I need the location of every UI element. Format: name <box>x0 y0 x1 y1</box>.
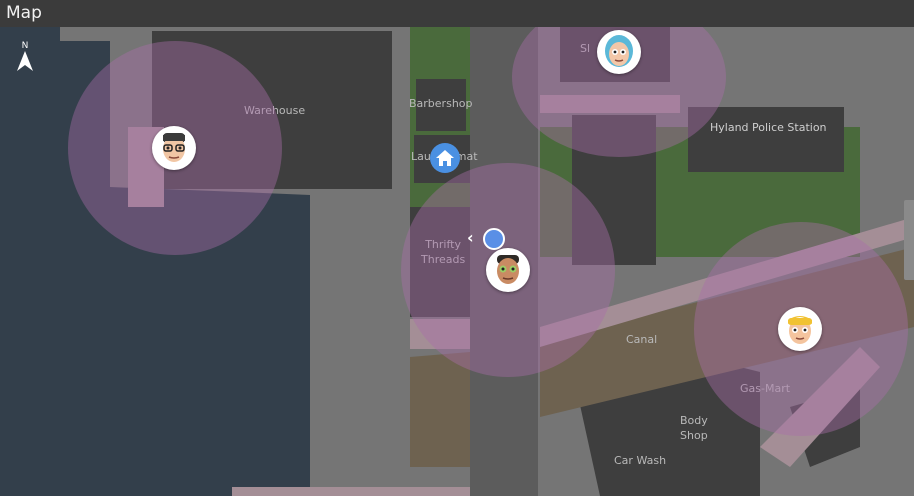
avatar-blonde-icon <box>788 316 812 344</box>
avatar-green-eyes-icon <box>497 255 519 284</box>
label-body-line1: Body <box>680 414 708 427</box>
window-title: Map <box>6 3 42 23</box>
label-car-wash: Car Wash <box>614 454 667 467</box>
label-police-station: Hyland Police Station <box>710 121 827 134</box>
home-marker[interactable] <box>430 143 460 173</box>
player-direction-icon: ‹ <box>467 228 474 247</box>
character-blue-hair[interactable] <box>597 30 641 74</box>
avatar-glasses-icon <box>163 133 185 162</box>
character-blonde[interactable] <box>778 307 822 351</box>
player-location-icon[interactable] <box>483 228 505 250</box>
character-green-eyes[interactable] <box>486 248 530 292</box>
label-body-shop: Body Shop <box>680 413 708 443</box>
label-barbershop: Barbershop <box>409 97 473 110</box>
title-bar: Map <box>0 0 914 27</box>
label-canal: Canal <box>626 333 658 346</box>
avatar-blue-hair-icon <box>605 35 633 67</box>
map-scroll-handle[interactable] <box>904 200 914 280</box>
character-glasses[interactable] <box>152 126 196 170</box>
map-view[interactable]: N Warehouse Barbershop Laundromat Thrift… <box>0 27 914 496</box>
label-body-line2: Shop <box>680 429 708 442</box>
home-icon <box>436 150 454 166</box>
svg-text:N: N <box>22 41 29 51</box>
north-arrow-icon: N <box>17 41 33 71</box>
